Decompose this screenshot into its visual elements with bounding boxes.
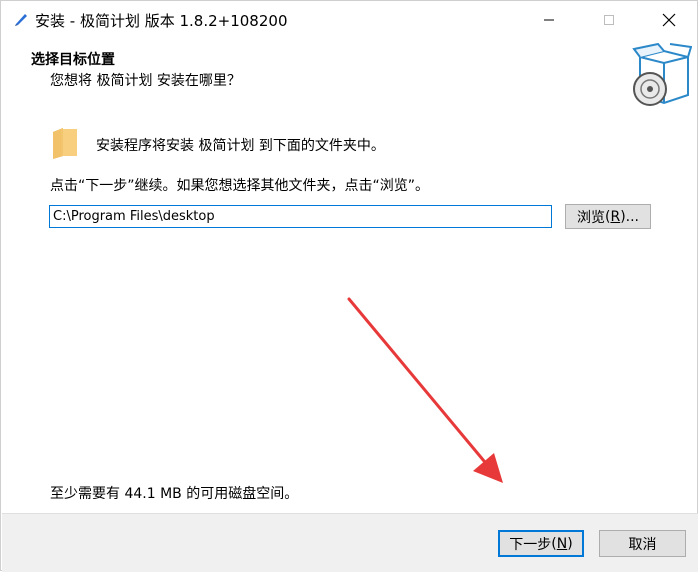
title-bar[interactable]: 安装 - 极简计划 版本 1.8.2+108200 — [1, 1, 698, 39]
pen-icon — [13, 11, 29, 27]
minimize-icon — [544, 19, 554, 21]
installer-window: 安装 - 极简计划 版本 1.8.2+108200 选择目标位置 您想将 极简计… — [0, 0, 698, 572]
maximize-icon — [604, 15, 614, 25]
cancel-label: 取消 — [628, 536, 657, 553]
minimize-button[interactable] — [527, 7, 571, 33]
install-info-text: 安装程序将安装 极简计划 到下面的文件夹中。 — [96, 138, 385, 154]
maximize-button[interactable] — [587, 7, 631, 33]
browse-label: 浏览 — [576, 209, 605, 226]
disk-space-text: 至少需要有 44.1 MB 的可用磁盘空间。 — [50, 486, 299, 502]
footer-bar — [2, 513, 698, 572]
next-button[interactable]: 下一步(N) — [498, 530, 584, 557]
close-icon — [662, 13, 676, 27]
install-box-cd-icon — [630, 42, 693, 107]
window-title: 安装 - 极简计划 版本 1.8.2+108200 — [35, 12, 288, 30]
page-subtitle: 您想将 极简计划 安装在哪里？ — [50, 73, 241, 89]
next-label: 下一步 — [509, 536, 552, 553]
install-path-input[interactable] — [49, 205, 552, 228]
browse-shortcut-key: R — [610, 208, 621, 225]
cancel-button[interactable]: 取消 — [599, 530, 686, 557]
close-button[interactable] — [647, 7, 691, 33]
browse-button[interactable]: 浏览(R)... — [565, 204, 651, 229]
next-shortcut-key: N — [556, 535, 568, 552]
instruction-text: 点击“下一步”继续。如果您想选择其他文件夹，点击“浏览”。 — [50, 178, 430, 194]
folder-icon — [51, 126, 79, 160]
page-title: 选择目标位置 — [31, 52, 115, 68]
